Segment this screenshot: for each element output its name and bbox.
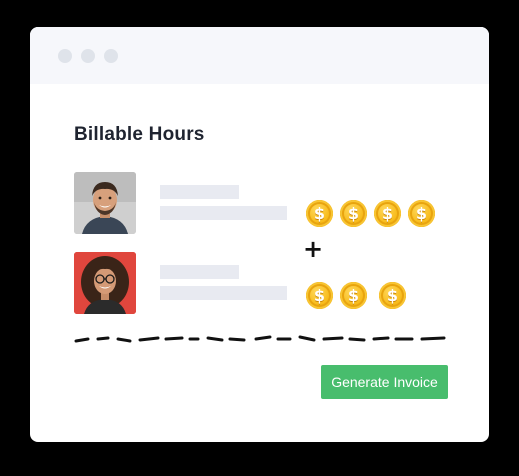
window-control-dot[interactable] <box>104 49 118 63</box>
generate-invoice-button[interactable]: Generate Invoice <box>321 365 448 399</box>
woman-curly-hair-avatar <box>74 252 136 314</box>
dollar-coin-icon: $ <box>306 200 333 227</box>
window-titlebar <box>30 27 489 84</box>
window-control-dot[interactable] <box>81 49 95 63</box>
placeholder-detail-bar <box>160 286 287 300</box>
dollar-coin-icon: $ <box>379 282 406 309</box>
man-smiling-avatar <box>74 172 136 234</box>
plus-operator: + <box>303 235 324 263</box>
placeholder-detail-bar <box>160 206 287 220</box>
page-title: Billable Hours <box>74 124 205 145</box>
dollar-coin-icon: $ <box>306 282 333 309</box>
dollar-coin-icon: $ <box>408 200 435 227</box>
dollar-coin-icon: $ <box>374 200 401 227</box>
window-control-dot[interactable] <box>58 49 72 63</box>
app-window: Billable Hours $ $ $ $ + $ $ $ Generate … <box>30 27 489 442</box>
placeholder-name-bar <box>160 185 239 199</box>
dashed-divider <box>74 335 446 343</box>
placeholder-name-bar <box>160 265 239 279</box>
dollar-coin-icon: $ <box>340 200 367 227</box>
dollar-coin-icon: $ <box>340 282 367 309</box>
